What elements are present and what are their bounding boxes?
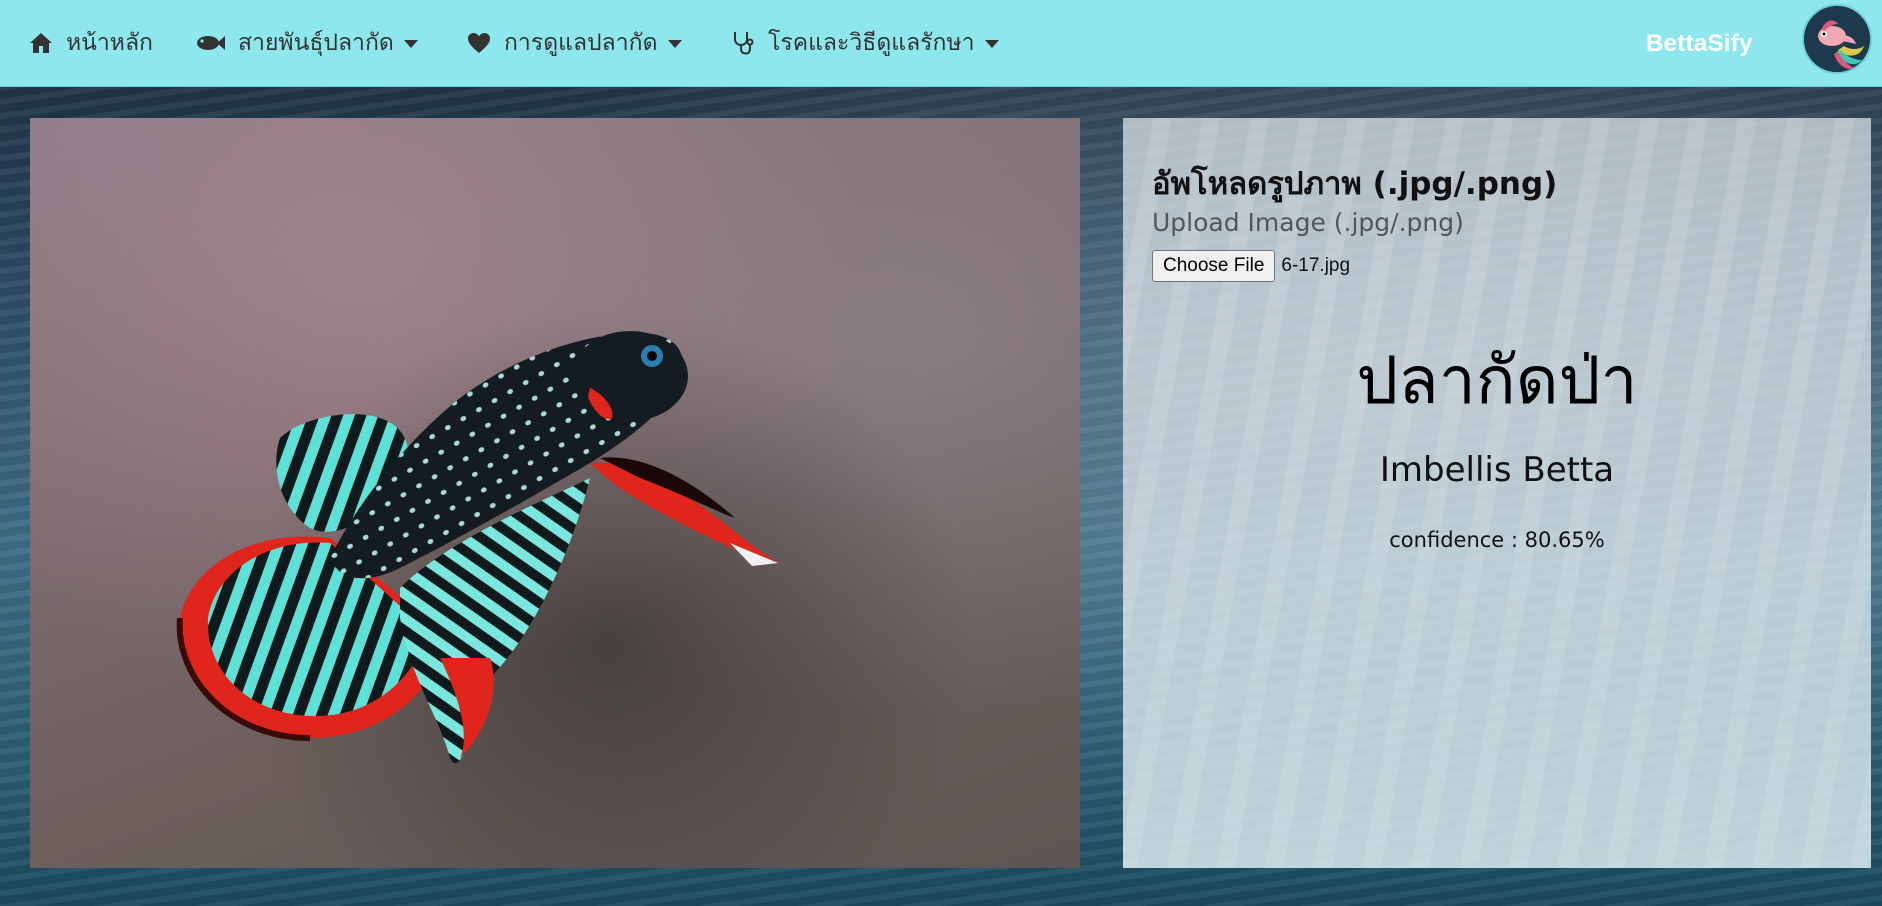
uploaded-image-preview	[30, 118, 1080, 868]
upload-subtitle: Upload Image (.jpg/.png)	[1152, 208, 1464, 237]
file-input[interactable]: Choose File 6-17.jpg	[1152, 250, 1350, 282]
nav-home-label: หน้าหลัก	[66, 30, 153, 56]
prediction-english-name: Imbellis Betta	[1379, 450, 1615, 490]
nav-care-label: การดูแลปลากัด	[504, 30, 658, 56]
top-navbar: หน้าหลัก สายพันธุ์ปลากัด การดูแลปลากัด โ…	[0, 0, 1882, 87]
nav-disease-dropdown[interactable]: โรคและวิธีดูแลรักษา	[730, 0, 999, 87]
prediction-confidence: confidence : 80.65%	[1389, 528, 1605, 552]
chevron-down-icon	[403, 40, 418, 48]
nav-home[interactable]: หน้าหลัก	[28, 0, 153, 87]
selected-file-name: 6-17.jpg	[1281, 255, 1351, 276]
upload-panel: อัพโหลดรูปภาพ (.jpg/.png) Upload Image (…	[1123, 118, 1871, 868]
upload-title: อัพโหลดรูปภาพ (.jpg/.png)	[1152, 166, 1558, 202]
nav-breeds-label: สายพันธุ์ปลากัด	[238, 30, 394, 56]
stethoscope-icon	[730, 30, 756, 56]
heart-icon	[466, 30, 492, 56]
nav-breeds-dropdown[interactable]: สายพันธุ์ปลากัด	[196, 0, 418, 87]
brand-logo-text[interactable]: BettaSify	[1646, 30, 1753, 58]
betta-fish-image	[176, 331, 778, 764]
chevron-down-icon	[667, 40, 682, 48]
fish-icon	[196, 30, 226, 56]
chevron-down-icon	[984, 40, 999, 48]
avatar[interactable]	[1802, 4, 1872, 74]
nav-disease-label: โรคและวิธีดูแลรักษา	[768, 30, 975, 56]
betta-logo-icon	[1804, 6, 1870, 72]
home-icon	[28, 30, 54, 56]
nav-care-dropdown[interactable]: การดูแลปลากัด	[466, 0, 682, 87]
prediction-thai-name: ปลากัดป่า	[1356, 342, 1638, 419]
choose-file-button[interactable]: Choose File	[1152, 250, 1276, 282]
